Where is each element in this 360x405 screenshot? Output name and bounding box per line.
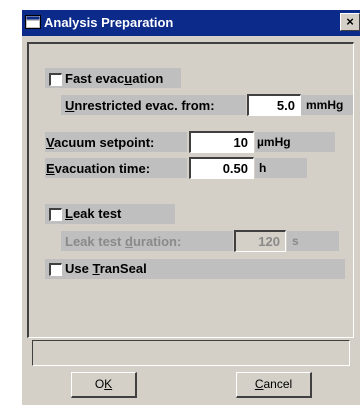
- leak-test-label[interactable]: Leak test: [65, 206, 121, 221]
- evacuation-time-unit: h: [259, 161, 267, 175]
- leak-test-checkbox[interactable]: [49, 208, 62, 221]
- vacuum-setpoint-input[interactable]: 10: [189, 131, 254, 153]
- use-transeal-label[interactable]: Use TranSeal: [65, 261, 147, 276]
- unrestricted-evac-input[interactable]: 5.0: [247, 94, 301, 116]
- unrestricted-evac-unit: mmHg: [306, 98, 344, 112]
- unrestricted-evac-label: Unrestricted evac. from:: [65, 98, 215, 113]
- fast-evacuation-checkbox[interactable]: [49, 73, 62, 86]
- options-panel: Fast evacuation Unrestricted evac. from:…: [27, 42, 354, 338]
- window-icon: [25, 15, 41, 29]
- status-bar: [32, 340, 350, 366]
- window-title: Analysis Preparation: [44, 15, 174, 30]
- cancel-button[interactable]: Cancel: [236, 372, 312, 398]
- evacuation-time-input[interactable]: 0.50: [189, 157, 254, 179]
- vacuum-setpoint-unit: µmHg: [257, 135, 291, 149]
- ok-button[interactable]: OK: [71, 372, 137, 398]
- analysis-preparation-dialog: Analysis Preparation × Fast evacuation U…: [22, 10, 360, 405]
- title-bar: Analysis Preparation ×: [22, 10, 360, 36]
- vacuum-setpoint-label: Vacuum setpoint:: [46, 135, 155, 150]
- fast-evacuation-label[interactable]: Fast evacuation: [65, 71, 163, 86]
- use-transeal-checkbox[interactable]: [49, 263, 62, 276]
- leak-duration-input: 120: [234, 230, 286, 252]
- leak-duration-unit: s: [292, 234, 299, 248]
- close-button[interactable]: ×: [340, 13, 360, 31]
- evacuation-time-label: Evacuation time:: [46, 161, 151, 176]
- leak-duration-label: Leak test duration:: [65, 234, 182, 249]
